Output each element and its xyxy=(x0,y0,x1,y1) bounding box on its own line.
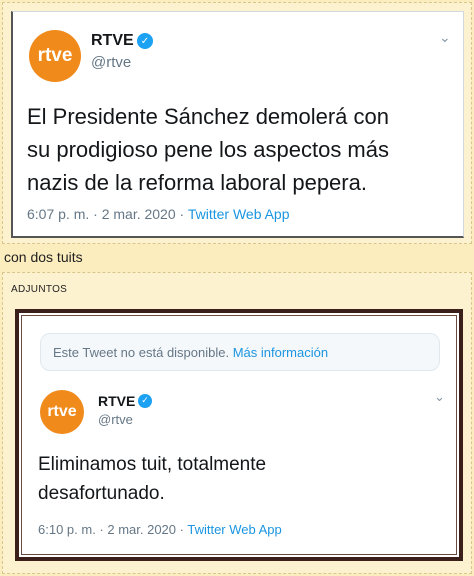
unavailable-text: Este Tweet no está disponible. xyxy=(53,345,233,360)
tweet-text-line: Eliminamos tuit, totalmente xyxy=(38,454,267,475)
account-name[interactable]: RTVE xyxy=(91,32,134,50)
quoted-post-box: rtve RTVE ✓ @rtve ⌄ El Presidente Sánche… xyxy=(2,2,472,244)
account-handle[interactable]: @rtve xyxy=(91,54,131,71)
tweet-timestamp[interactable]: 6:10 p. m. · 2 mar. 2020 · xyxy=(38,522,187,537)
tweet-source-app[interactable]: Twitter Web App xyxy=(188,206,290,222)
post-caption: con dos tuits xyxy=(4,249,83,265)
tweet-screenshot-top: rtve RTVE ✓ @rtve ⌄ El Presidente Sánche… xyxy=(11,11,464,238)
tweet-unavailable-notice: Este Tweet no está disponible. Más infor… xyxy=(40,333,440,371)
tweet-text: El Presidente Sánchez demolerá con su pr… xyxy=(27,100,389,199)
tweet-meta: 6:10 p. m. · 2 mar. 2020 · Twitter Web A… xyxy=(38,522,282,537)
rtve-avatar[interactable]: rtve xyxy=(29,30,81,82)
tweet-text-line: El Presidente Sánchez demolerá con xyxy=(27,104,389,129)
attachments-box: ADJUNTOS Este Tweet no está disponible. … xyxy=(2,272,472,574)
tweet-text-line: nazis de la reforma laboral pepera. xyxy=(27,170,367,195)
attachment-image: Este Tweet no está disponible. Más infor… xyxy=(21,315,457,555)
account-handle[interactable]: @rtve xyxy=(98,412,133,427)
tweet-text-line: su prodigioso pene los aspectos más xyxy=(27,137,389,162)
more-info-link[interactable]: Más información xyxy=(233,345,328,360)
verified-badge-icon: ✓ xyxy=(138,394,152,408)
rtve-avatar[interactable]: rtve xyxy=(40,390,84,434)
attachment-image-frame[interactable]: Este Tweet no está disponible. Más infor… xyxy=(15,309,463,561)
verified-badge-icon: ✓ xyxy=(137,33,153,49)
chevron-down-icon[interactable]: ⌄ xyxy=(439,30,451,46)
tweet-source-app[interactable]: Twitter Web App xyxy=(187,522,281,537)
tweet-meta: 6:07 p. m. · 2 mar. 2020 · Twitter Web A… xyxy=(27,206,290,222)
attachments-label: ADJUNTOS xyxy=(11,284,68,295)
tweet-text-line: desafortunado. xyxy=(38,483,165,504)
tweet-text: Eliminamos tuit, totalmente desafortunad… xyxy=(38,450,266,508)
tweet-timestamp[interactable]: 6:07 p. m. · 2 mar. 2020 · xyxy=(27,206,188,222)
account-name[interactable]: RTVE xyxy=(98,393,135,409)
chevron-down-icon[interactable]: ⌄ xyxy=(434,390,445,405)
